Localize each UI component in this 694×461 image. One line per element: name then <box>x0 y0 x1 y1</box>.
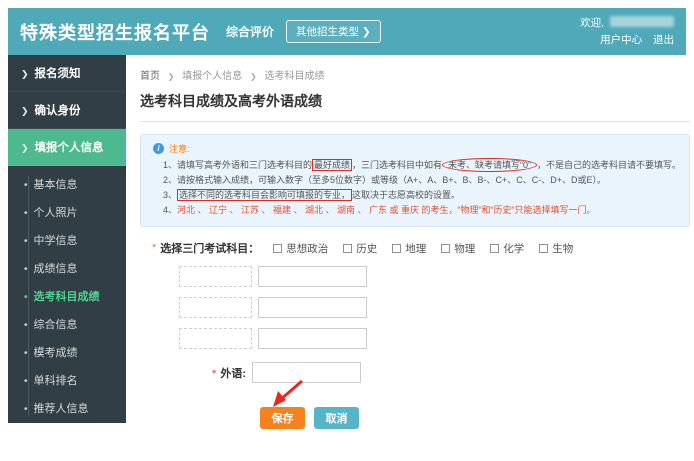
checkbox-chemistry[interactable]: 化学 <box>490 241 524 256</box>
warning-text: 河北 、 辽宁 、 江苏 、 福建 、 湖北 、 湖南 、 广东 或 重庆 的考… <box>177 205 596 215</box>
bullet-icon: • <box>24 292 28 303</box>
foreign-language-input[interactable] <box>252 362 361 383</box>
user-name-redacted <box>610 16 674 27</box>
checkbox-icon <box>539 244 548 253</box>
sidebar: ❯报名须知 ❯确认身份 ❯填报个人信息 •基本信息 •个人照片 •中学信息 •成… <box>8 55 126 423</box>
sidebar-item-confirm-identity[interactable]: ❯确认身份 <box>8 92 126 129</box>
sidebar-item-signup-notice[interactable]: ❯报名须知 <box>8 55 126 92</box>
breadcrumb-personal-info[interactable]: 填报个人信息 <box>182 71 242 82</box>
notice-line: 3、选择不同的选考科目会影响可填报的专业，这取决于志愿高校的设置。 <box>153 188 681 203</box>
notice-text: 2、请按格式输入成绩，可输入数字（至多5位数字）或等级（A+、A、B+、B、B-… <box>163 175 606 185</box>
subject-field <box>179 297 252 318</box>
annotation-ellipse: 未考、缺考请填写“0” <box>442 158 537 172</box>
subjects-label: 选择三门考试科目： <box>160 240 259 256</box>
checkbox-geography[interactable]: 地理 <box>392 241 426 256</box>
breadcrumb: 首页 ❯ 填报个人信息 ❯ 选考科目成绩 <box>140 67 690 82</box>
welcome-label: 欢迎, <box>580 17 604 29</box>
score-row <box>179 297 690 318</box>
sidebar-subgroup: •基本信息 •个人照片 •中学信息 •成绩信息 •选考科目成绩 •综合信息 •模… <box>8 166 126 423</box>
chevron-right-icon: ❯ <box>21 106 29 116</box>
sidebar-item-personal-info[interactable]: ❯填报个人信息 <box>8 129 126 166</box>
scores-form: * 选择三门考试科目： 思想政治 历史 地理 物理 化学 生物 <box>140 240 690 429</box>
sidebar-item-mock-exam-scores[interactable]: •模考成绩 <box>8 338 126 366</box>
checkbox-icon <box>392 244 401 253</box>
button-row: 保存 取消 <box>260 407 690 429</box>
checkbox-politics[interactable]: 思想政治 <box>273 241 328 256</box>
bullet-icon: • <box>24 236 28 247</box>
notice-text: 1、请填写高考外语和三门选考科目的 <box>163 160 312 170</box>
score-input[interactable] <box>258 297 367 318</box>
notice-line: 1、请填写高考外语和三门选考科目的最好成绩，三门选考科目中如有未考、缺考请填写“… <box>153 158 681 173</box>
notice-line: 4、河北 、 辽宁 、 江苏 、 福建 、 湖北 、 湖南 、 广东 或 重庆 … <box>153 203 681 218</box>
sidebar-item-comprehensive-info[interactable]: •综合信息 <box>8 310 126 338</box>
score-row <box>179 328 690 349</box>
page-title: 选考科目成绩及高考外语成绩 <box>140 91 690 122</box>
app-title: 特殊类型招生报名平台 <box>20 19 210 45</box>
required-asterisk: * <box>212 368 216 380</box>
sidebar-item-recommender-info[interactable]: •推荐人信息 <box>8 394 126 422</box>
bullet-icon: • <box>24 376 28 387</box>
notice-text: ，不是自己的选考科目请不要填写。 <box>537 160 681 170</box>
sidebar-item-school-info[interactable]: •中学信息 <box>8 226 126 254</box>
annotation-rect: 选择不同的选考科目会影响可填报的专业， <box>177 189 352 201</box>
score-input[interactable] <box>258 328 367 349</box>
required-asterisk: * <box>152 242 156 254</box>
notice-label: 注意: <box>169 142 190 155</box>
checkbox-biology[interactable]: 生物 <box>539 241 573 256</box>
app-window: 特殊类型招生报名平台 综合评价 其他招生类型 ❯ 欢迎, 用户中心 退出 ❯报名… <box>8 8 686 455</box>
notice-lines: 1、请填写高考外语和三门选考科目的最好成绩，三门选考科目中如有未考、缺考请填写“… <box>153 158 681 218</box>
sidebar-item-subject-ranking[interactable]: •单科排名 <box>8 366 126 394</box>
foreign-language-label: *外语: <box>140 365 252 381</box>
subject-field <box>179 266 252 287</box>
notice-line: 2、请按格式输入成绩，可输入数字（至多5位数字）或等级（A+、A、B+、B、B-… <box>153 173 681 188</box>
checkbox-icon <box>490 244 499 253</box>
welcome-row: 欢迎, <box>580 15 674 32</box>
notice-text: 这取决于志愿高校的设置。 <box>352 190 460 200</box>
info-icon: i <box>153 143 164 154</box>
notice-box: i 注意: 1、请填写高考外语和三门选考科目的最好成绩，三门选考科目中如有未考、… <box>140 134 690 227</box>
logout-link[interactable]: 退出 <box>653 34 674 46</box>
sidebar-item-grades-info[interactable]: •成绩信息 <box>8 254 126 282</box>
admission-type-label: 综合评价 <box>226 23 274 40</box>
chevron-right-icon: ❯ <box>21 143 29 153</box>
score-row <box>179 266 690 287</box>
checkbox-icon <box>343 244 352 253</box>
subject-field <box>179 328 252 349</box>
other-admission-types-button[interactable]: 其他招生类型 ❯ <box>286 20 381 43</box>
bullet-icon: • <box>24 404 28 415</box>
sidebar-item-basic-info[interactable]: •基本信息 <box>8 170 126 198</box>
user-center-link[interactable]: 用户中心 <box>600 34 642 46</box>
breadcrumb-current: 选考科目成绩 <box>265 71 325 82</box>
notice-text: 3、 <box>163 190 177 200</box>
subjects-row: * 选择三门考试科目： 思想政治 历史 地理 物理 化学 生物 <box>152 240 690 256</box>
bullet-icon: • <box>24 264 28 275</box>
score-input[interactable] <box>258 266 367 287</box>
breadcrumb-separator-icon: ❯ <box>250 72 257 81</box>
bullet-icon: • <box>24 348 28 359</box>
sidebar-item-elective-scores[interactable]: •选考科目成绩 <box>8 282 126 310</box>
checkbox-icon <box>441 244 450 253</box>
checkbox-history[interactable]: 历史 <box>343 241 377 256</box>
breadcrumb-home[interactable]: 首页 <box>140 71 160 82</box>
notice-text: 4、 <box>163 205 177 215</box>
main-content: 首页 ❯ 填报个人信息 ❯ 选考科目成绩 选考科目成绩及高考外语成绩 i 注意:… <box>126 55 694 455</box>
chevron-right-icon: ❯ <box>21 69 29 79</box>
notice-text: ，三门选考科目中如有 <box>352 160 442 170</box>
annotation-rect: 最好成绩 <box>312 159 352 171</box>
bullet-icon: • <box>24 320 28 331</box>
checkbox-icon <box>273 244 282 253</box>
header: 特殊类型招生报名平台 综合评价 其他招生类型 ❯ 欢迎, 用户中心 退出 <box>8 8 686 55</box>
notice-header: i 注意: <box>153 142 681 155</box>
bullet-icon: • <box>24 208 28 219</box>
foreign-language-row: *外语: <box>140 362 690 383</box>
header-links: 用户中心 退出 <box>580 32 674 49</box>
sidebar-item-photo[interactable]: •个人照片 <box>8 198 126 226</box>
cancel-button[interactable]: 取消 <box>314 407 359 429</box>
header-right: 欢迎, 用户中心 退出 <box>580 15 674 49</box>
breadcrumb-separator-icon: ❯ <box>168 72 175 81</box>
header-left: 特殊类型招生报名平台 综合评价 其他招生类型 ❯ <box>20 19 381 45</box>
checkbox-physics[interactable]: 物理 <box>441 241 475 256</box>
bullet-icon: • <box>24 180 28 191</box>
save-button[interactable]: 保存 <box>260 407 305 429</box>
